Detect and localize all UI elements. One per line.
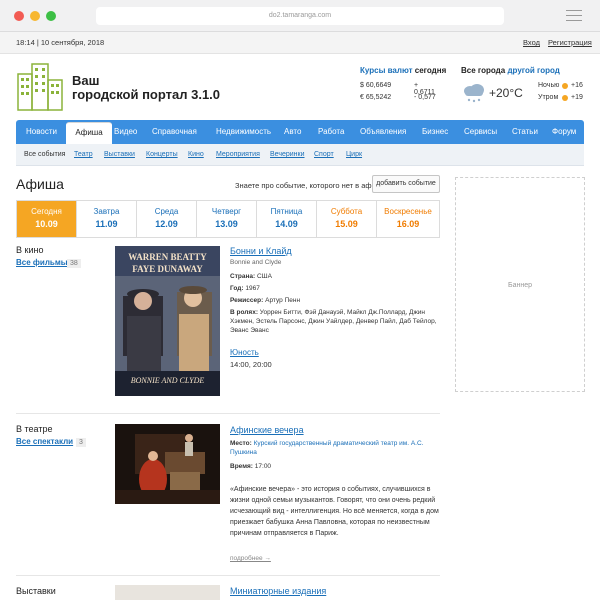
all-plays-link[interactable]: Все спектакли	[16, 437, 73, 446]
film-cast: В ролях: Уоррен Битти, Фэй Данауэй, Майк…	[230, 309, 437, 334]
register-link[interactable]: Регистрация	[548, 38, 592, 47]
subnav-cinema[interactable]: Кино	[188, 151, 204, 158]
play-description: «Афинские вечера» - это история о событи…	[230, 486, 439, 537]
day-tab-saturday[interactable]: Суббота 15.09	[317, 201, 377, 237]
film-country: Страна: США	[230, 273, 272, 280]
day-tab-wednesday[interactable]: Среда 12.09	[137, 201, 197, 237]
subnav-theatre[interactable]: Театр	[74, 151, 93, 158]
top-bar: 18:14 | 10 сентября, 2018 Вход Регистрац…	[0, 32, 600, 54]
exhibition-title-link[interactable]: Миниатюрные издания	[230, 586, 326, 596]
main-nav: Новости Афиша Видео Справочная Недвижимо…	[16, 120, 584, 144]
nav-item-news[interactable]: Новости	[26, 120, 57, 144]
current-datetime: 18:14 | 10 сентября, 2018	[16, 38, 105, 47]
subnav-circus[interactable]: Цирк	[346, 151, 362, 158]
sub-nav: Все события Театр Выставки Концерты Кино…	[16, 144, 584, 166]
nav-item-auto[interactable]: Авто	[284, 120, 301, 144]
nav-item-ads[interactable]: Объявления	[360, 120, 406, 144]
eur-change: - 0,577	[414, 94, 436, 101]
exhibition-photo[interactable]	[115, 585, 220, 600]
morning-forecast: Утром +19	[538, 94, 583, 101]
browser-chrome: do2.tamaranga.com	[0, 0, 600, 32]
exhibitions-section-label: Выставки	[16, 586, 56, 596]
currency-rates: Курсы валют сегодня $ 60,6649 + 0,6711 €…	[360, 66, 447, 101]
other-city-link[interactable]: другой город	[507, 66, 559, 75]
night-forecast: Ночью +16	[538, 82, 583, 89]
nav-item-afisha[interactable]: Афиша	[66, 122, 112, 144]
poster-actor-1: WARREN BEATTY	[128, 252, 207, 262]
day-tab-today[interactable]: Сегодня 10.09	[17, 201, 77, 237]
section-divider	[16, 413, 440, 414]
play-venue-link[interactable]: Курский государственный драматический те…	[230, 440, 424, 456]
currency-rates-link[interactable]: Курсы валют	[360, 66, 413, 75]
cinema-venue-link[interactable]: Юность	[230, 348, 259, 357]
page: 18:14 | 10 сентября, 2018 Вход Регистрац…	[0, 32, 600, 600]
film-showtimes: 14:00, 20:00	[230, 360, 272, 369]
play-scene-image	[115, 424, 220, 504]
play-title-link[interactable]: Афинские вечера	[230, 425, 304, 435]
nav-item-services[interactable]: Сервисы	[464, 120, 497, 144]
subnav-concerts[interactable]: Концерты	[146, 151, 178, 158]
bonnie-clyde-poster[interactable]: WARREN BEATTY FAYE DUNAWAY BONNIE AND CL…	[115, 246, 220, 396]
play-photo[interactable]	[115, 424, 220, 504]
add-event-button[interactable]: добавить событие	[372, 175, 440, 193]
maximize-window-dot[interactable]	[46, 11, 56, 21]
portal-title: Ваш городской портал 3.1.0	[72, 73, 221, 102]
films-count-badge: 38	[67, 259, 81, 268]
sun-icon	[562, 83, 568, 89]
subnav-parties[interactable]: Вечеринки	[270, 151, 305, 158]
banner-placeholder[interactable]: Баннер	[455, 177, 585, 392]
dollar-symbol: $	[360, 82, 364, 89]
day-tab-friday[interactable]: Пятница 14.09	[257, 201, 317, 237]
section-divider	[16, 575, 440, 576]
all-films-link[interactable]: Все фильмы	[16, 258, 68, 267]
current-temperature: +20°C	[489, 86, 523, 100]
subnav-exhibitions[interactable]: Выставки	[104, 151, 135, 158]
subnav-events[interactable]: Мероприятия	[216, 151, 260, 158]
city-logo-icon[interactable]	[16, 60, 64, 112]
minimize-window-dot[interactable]	[30, 11, 40, 21]
nav-item-realty[interactable]: Недвижимость	[216, 120, 271, 144]
address-bar[interactable]: do2.tamaranga.com	[96, 7, 504, 25]
euro-symbol: €	[360, 94, 364, 101]
nav-item-business[interactable]: Бизнес	[422, 120, 448, 144]
nav-item-jobs[interactable]: Работа	[318, 120, 344, 144]
all-cities-label: Все города	[461, 66, 506, 75]
sun-icon	[562, 95, 568, 101]
menu-icon[interactable]	[566, 10, 582, 22]
day-tab-sunday[interactable]: Воскресенье 16.09	[377, 201, 439, 237]
play-venue: Место: Курский государственный драматиче…	[230, 440, 424, 456]
play-more-link[interactable]: подробнее →	[230, 555, 271, 562]
plays-count-badge: 3	[76, 438, 86, 447]
play-time: Время: 17:00	[230, 463, 272, 470]
film-original-title: Bonnie and Clyde	[230, 259, 282, 266]
film-year: Год: 1967	[230, 285, 260, 292]
poster-film-title: BONNIE AND CLYDE	[130, 376, 205, 385]
cloud-snow-icon	[464, 84, 484, 103]
nav-item-reference[interactable]: Справочная	[152, 120, 197, 144]
film-title-link[interactable]: Бонни и Клайд	[230, 246, 292, 256]
weather-widget: Все города другой город +20°C Ночью +16 …	[461, 66, 583, 103]
day-tab-tomorrow[interactable]: Завтра 11.09	[77, 201, 137, 237]
subnav-all-events[interactable]: Все события	[24, 151, 65, 158]
close-window-dot[interactable]	[14, 11, 24, 21]
login-link[interactable]: Вход	[523, 38, 540, 47]
poster-actor-2: FAYE DUNAWAY	[132, 264, 203, 274]
page-title: Афиша	[16, 176, 64, 192]
rates-today-label: сегодня	[414, 66, 447, 75]
day-selector: Сегодня 10.09 Завтра 11.09 Среда 12.09 Ч…	[16, 200, 440, 238]
subnav-sport[interactable]: Спорт	[314, 151, 334, 158]
film-director: Режиссер: Артур Пенн	[230, 297, 301, 304]
theatre-section-label: В театре	[16, 424, 53, 434]
day-tab-thursday[interactable]: Четверг 13.09	[197, 201, 257, 237]
cinema-section-label: В кино	[16, 245, 44, 255]
add-event-question: Знаете про событие, которого нет в афише…	[235, 181, 391, 190]
nav-item-forum[interactable]: Форум	[552, 120, 576, 144]
nav-item-articles[interactable]: Статьи	[512, 120, 538, 144]
nav-item-video[interactable]: Видео	[114, 120, 137, 144]
